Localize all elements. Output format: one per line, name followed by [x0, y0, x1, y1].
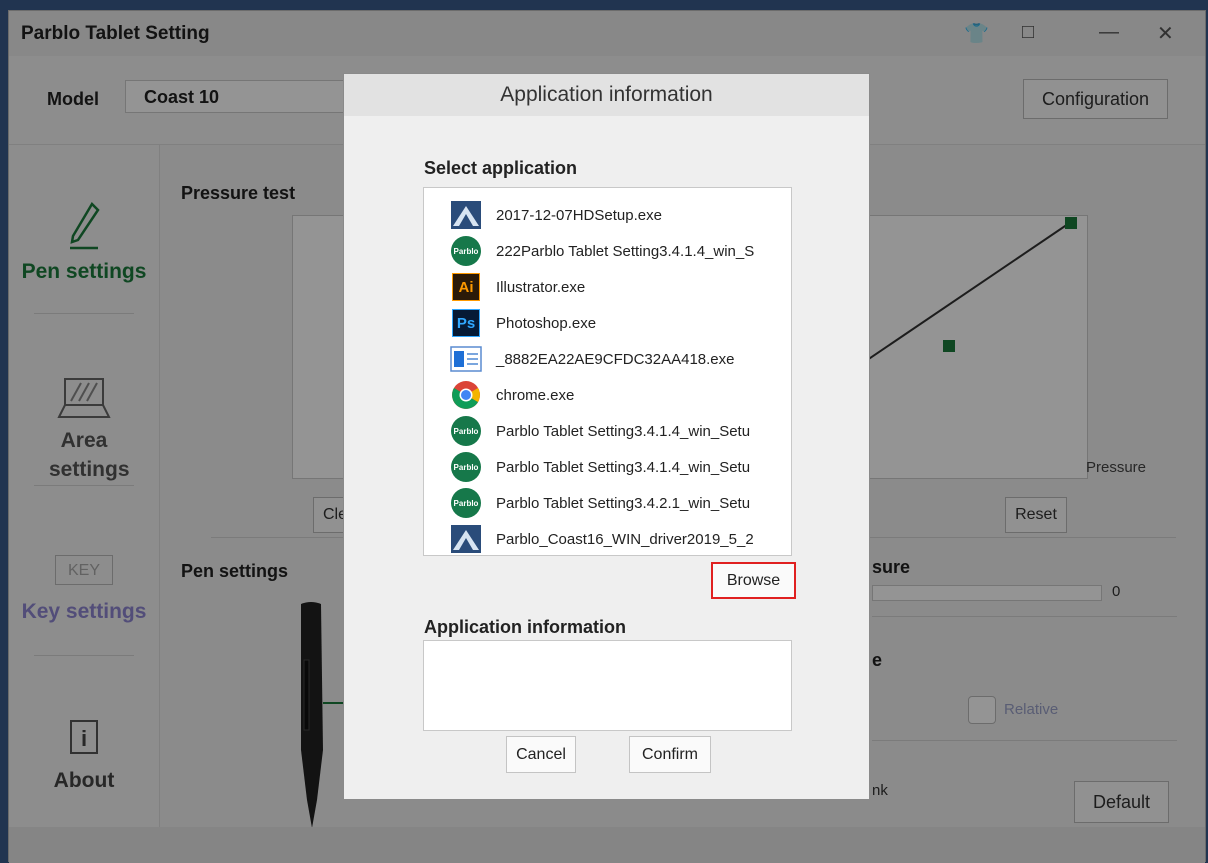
application-name: 222Parblo Tablet Setting3.4.1.4_win_S — [496, 242, 755, 260]
list-item[interactable]: Parblo Parblo Tablet Setting3.4.2.1_win_… — [450, 485, 750, 521]
list-item[interactable]: Ps Photoshop.exe — [450, 305, 596, 341]
window-app-icon — [450, 344, 482, 374]
list-item[interactable]: Parblo 222Parblo Tablet Setting3.4.1.4_w… — [450, 233, 754, 269]
list-item[interactable]: 2017-12-07HDSetup.exe — [450, 197, 662, 233]
list-item[interactable]: _8882EA22AE9CFDC32AA418.exe — [450, 341, 735, 377]
application-information-dialog: Application information Select applicati… — [343, 73, 870, 800]
parblo-icon: Parblo — [450, 488, 482, 518]
application-name: Parblo Tablet Setting3.4.1.4_win_Setu — [496, 458, 751, 476]
application-list[interactable]: 2017-12-07HDSetup.exe Parblo 222Parblo T… — [423, 187, 792, 556]
application-name: 2017-12-07HDSetup.exe — [496, 206, 662, 224]
parblo-icon: Parblo — [450, 236, 482, 266]
application-information-label: Application information — [424, 617, 626, 637]
installer-icon — [450, 200, 482, 230]
list-item[interactable]: Parblo_Coast16_WIN_driver2019_5_2 — [450, 521, 754, 555]
illustrator-icon: Ai — [450, 272, 482, 302]
photoshop-icon: Ps — [450, 308, 482, 338]
list-item[interactable]: Parblo Parblo Tablet Setting3.4.1.4_win_… — [450, 449, 750, 485]
parblo-icon: Parblo — [450, 416, 482, 446]
application-name: Parblo Tablet Setting3.4.2.1_win_Setu — [496, 494, 751, 512]
list-item[interactable]: chrome.exe — [450, 377, 574, 413]
dialog-title: Application information — [344, 74, 869, 116]
cancel-button[interactable]: Cancel — [506, 736, 576, 773]
confirm-button[interactable]: Confirm — [629, 736, 711, 773]
application-name: Photoshop.exe — [496, 314, 597, 332]
list-item[interactable]: Parblo Parblo Tablet Setting3.4.1.4_win_… — [450, 413, 750, 449]
application-name: Parblo_Coast16_WIN_driver2019_5_2 — [496, 530, 754, 548]
application-name: chrome.exe — [496, 386, 575, 404]
application-name: _8882EA22AE9CFDC32AA418.exe — [496, 350, 735, 368]
application-name: Parblo Tablet Setting3.4.1.4_win_Setu — [496, 422, 751, 440]
application-name: Illustrator.exe — [496, 278, 586, 296]
list-item[interactable]: Ai Illustrator.exe — [450, 269, 585, 305]
select-application-label: Select application — [424, 158, 578, 178]
browse-button[interactable]: Browse — [711, 562, 796, 599]
parblo-icon: Parblo — [450, 452, 482, 482]
chrome-icon — [450, 380, 482, 410]
installer-icon — [450, 524, 482, 554]
application-information-field[interactable] — [423, 640, 792, 731]
